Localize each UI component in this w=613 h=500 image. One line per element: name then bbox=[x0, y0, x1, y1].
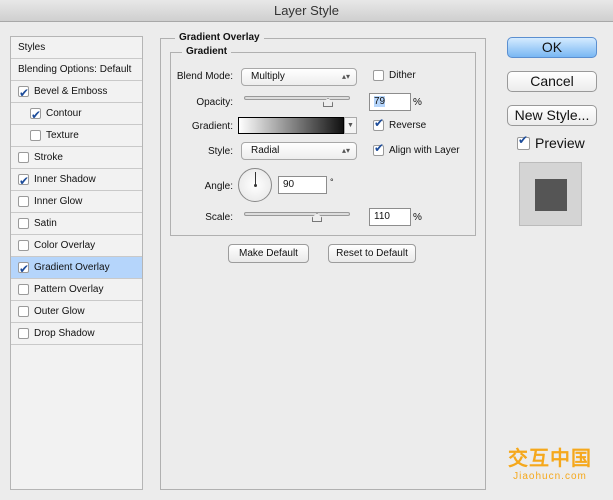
sidebar-item-blending-options-default[interactable]: Blending Options: Default bbox=[11, 59, 142, 81]
checkbox-icon[interactable] bbox=[18, 240, 29, 251]
preview-thumbnail bbox=[519, 162, 582, 226]
sidebar-item-label: Styles bbox=[18, 41, 46, 53]
sidebar-item-label: Gradient Overlay bbox=[34, 261, 110, 273]
checkbox-icon[interactable] bbox=[18, 152, 29, 163]
sidebar-item-styles[interactable]: Styles bbox=[11, 37, 142, 59]
scale-unit: % bbox=[413, 212, 422, 223]
checkbox-icon[interactable] bbox=[18, 196, 29, 207]
sidebar-item-bevel-emboss[interactable]: Bevel & Emboss bbox=[11, 81, 142, 104]
opacity-slider[interactable] bbox=[244, 96, 350, 100]
angle-dial[interactable] bbox=[238, 168, 272, 202]
checkbox-icon[interactable] bbox=[18, 218, 29, 229]
checkbox-icon bbox=[373, 141, 384, 156]
dither-label: Dither bbox=[389, 70, 416, 81]
angle-label: Angle: bbox=[204, 181, 233, 192]
sidebar-item-label: Bevel & Emboss bbox=[34, 85, 108, 97]
sidebar-item-gradient-overlay[interactable]: Gradient Overlay bbox=[11, 257, 142, 280]
align-with-layer-checkbox[interactable]: Align with Layer bbox=[373, 141, 460, 156]
dither-checkbox[interactable]: Dither bbox=[373, 70, 416, 81]
checkbox-icon bbox=[373, 70, 384, 81]
sidebar-item-label: Pattern Overlay bbox=[34, 283, 104, 295]
checkbox-icon[interactable] bbox=[18, 170, 29, 192]
sidebar-item-inner-glow[interactable]: Inner Glow bbox=[11, 191, 142, 213]
watermark-cn: 交互中国 bbox=[508, 448, 592, 470]
style-select[interactable]: Radial ▴▾ bbox=[241, 142, 357, 160]
checkbox-icon bbox=[517, 133, 530, 150]
checkbox-icon[interactable] bbox=[18, 306, 29, 317]
opacity-unit: % bbox=[413, 97, 422, 108]
sidebar-item-label: Stroke bbox=[34, 151, 63, 163]
sidebar-item-inner-shadow[interactable]: Inner Shadow bbox=[11, 169, 142, 192]
gradient-dropdown-icon[interactable]: ▼ bbox=[344, 117, 357, 134]
cancel-button[interactable]: Cancel bbox=[507, 71, 597, 92]
watermark-site: Jiaohucn.com bbox=[513, 471, 587, 482]
sidebar-item-label: Inner Glow bbox=[34, 195, 83, 207]
style-label: Style: bbox=[207, 146, 233, 157]
title-bar: Layer Style bbox=[0, 0, 613, 22]
section-title: Gradient Overlay bbox=[175, 32, 264, 43]
sidebar-item-label: Contour bbox=[46, 107, 82, 119]
sidebar-item-contour[interactable]: Contour bbox=[11, 103, 142, 126]
sidebar-item-texture[interactable]: Texture bbox=[11, 125, 142, 147]
checkbox-icon[interactable] bbox=[30, 104, 41, 126]
scale-label: Scale: bbox=[205, 212, 233, 223]
ok-button[interactable]: OK bbox=[507, 37, 597, 58]
sidebar-item-stroke[interactable]: Stroke bbox=[11, 147, 142, 169]
checkbox-icon bbox=[373, 116, 384, 131]
reverse-checkbox[interactable]: Reverse bbox=[373, 116, 427, 131]
opacity-value: 79 bbox=[374, 96, 386, 107]
reset-to-default-button[interactable]: Reset to Default bbox=[328, 244, 416, 263]
updown-icon: ▴▾ bbox=[341, 146, 350, 155]
styles-list: Styles Blending Options: Default Bevel & E… bbox=[10, 36, 143, 490]
angle-unit: ° bbox=[330, 177, 334, 187]
make-default-button[interactable]: Make Default bbox=[228, 244, 309, 263]
window-title: Layer Style bbox=[273, 3, 340, 18]
align-label: Align with Layer bbox=[389, 145, 460, 156]
gradient-swatch[interactable] bbox=[238, 117, 344, 134]
sidebar-item-drop-shadow[interactable]: Drop Shadow bbox=[11, 323, 142, 345]
sidebar-item-label: Drop Shadow bbox=[34, 327, 95, 339]
sidebar-item-satin[interactable]: Satin bbox=[11, 213, 142, 235]
blend-mode-select[interactable]: Multiply ▴▾ bbox=[241, 68, 357, 86]
blend-mode-value: Multiply bbox=[251, 71, 285, 82]
opacity-input[interactable]: 79 bbox=[369, 93, 411, 111]
sidebar-item-label: Outer Glow bbox=[34, 305, 85, 317]
angle-value: 90 bbox=[283, 179, 295, 190]
checkbox-icon[interactable] bbox=[30, 130, 41, 141]
checkbox-icon[interactable] bbox=[18, 328, 29, 339]
scale-input[interactable]: 110 bbox=[369, 208, 411, 226]
reverse-label: Reverse bbox=[389, 120, 427, 131]
group-title: Gradient bbox=[182, 46, 232, 57]
style-value: Radial bbox=[251, 145, 280, 156]
preview-checkbox[interactable]: Preview bbox=[517, 133, 585, 151]
preview-label: Preview bbox=[535, 135, 585, 151]
checkbox-icon[interactable] bbox=[18, 284, 29, 295]
preview-square bbox=[535, 179, 567, 211]
opacity-label: Opacity: bbox=[196, 97, 233, 108]
sidebar-item-label: Satin bbox=[34, 217, 57, 229]
sidebar-item-outer-glow[interactable]: Outer Glow bbox=[11, 301, 142, 323]
checkbox-icon[interactable] bbox=[18, 258, 29, 280]
sidebar-item-label: Color Overlay bbox=[34, 239, 96, 251]
sidebar-item-label: Inner Shadow bbox=[34, 173, 96, 185]
blend-mode-label: Blend Mode: bbox=[176, 71, 233, 82]
watermark-logo: 交互中国 Jiaohucn.com bbox=[508, 442, 592, 482]
angle-center bbox=[254, 184, 257, 187]
scale-value: 110 bbox=[374, 211, 390, 222]
sidebar-item-label: Blending Options: Default bbox=[18, 63, 132, 75]
sidebar-item-color-overlay[interactable]: Color Overlay bbox=[11, 235, 142, 257]
new-style-button[interactable]: New Style... bbox=[507, 105, 597, 126]
angle-input[interactable]: 90 bbox=[278, 176, 327, 194]
scale-slider[interactable] bbox=[244, 212, 350, 216]
updown-icon: ▴▾ bbox=[341, 72, 350, 81]
gradient-label: Gradient: bbox=[191, 121, 233, 132]
checkbox-icon[interactable] bbox=[18, 82, 29, 104]
sidebar-item-pattern-overlay[interactable]: Pattern Overlay bbox=[11, 279, 142, 301]
sidebar-item-label: Texture bbox=[46, 129, 79, 141]
